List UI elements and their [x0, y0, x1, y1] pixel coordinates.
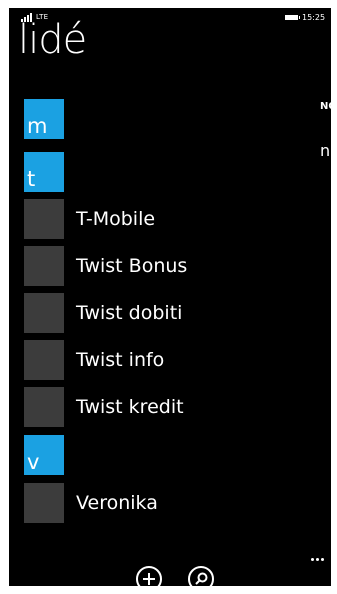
group-letter: t: [27, 167, 36, 191]
contact-name[interactable]: Veronika: [76, 491, 158, 515]
group-header-t[interactable]: t: [24, 152, 64, 192]
contact-avatar[interactable]: [24, 340, 64, 380]
phone-screen: LTE 15:25 lidé NO na m t T-Mobile Twist …: [9, 8, 331, 586]
contact-avatar[interactable]: [24, 293, 64, 333]
page-title: lidé: [18, 17, 87, 63]
ellipsis-icon: [311, 558, 314, 561]
contact-name[interactable]: T-Mobile: [76, 207, 155, 231]
search-icon: [195, 572, 208, 585]
contact-avatar[interactable]: [24, 199, 64, 239]
next-pane-header-peek[interactable]: NO: [320, 101, 331, 112]
group-header-v[interactable]: v: [24, 435, 64, 475]
contact-name[interactable]: Twist kredit: [76, 395, 184, 419]
next-pane-text-peek[interactable]: na: [320, 141, 331, 160]
contact-avatar[interactable]: [24, 246, 64, 286]
add-icon: [143, 573, 155, 585]
add-button[interactable]: [136, 566, 162, 586]
status-time: 15:25: [302, 13, 326, 22]
group-letter: v: [27, 450, 40, 474]
battery-icon: [285, 15, 300, 20]
group-header-m[interactable]: m: [24, 99, 64, 139]
contact-avatar[interactable]: [24, 387, 64, 427]
contact-name[interactable]: Twist info: [76, 348, 164, 372]
more-options-button[interactable]: [311, 558, 325, 564]
contact-avatar[interactable]: [24, 483, 64, 523]
group-letter: m: [27, 114, 48, 138]
search-button[interactable]: [188, 566, 214, 586]
contact-name[interactable]: Twist dobiti: [76, 301, 182, 325]
contact-name[interactable]: Twist Bonus: [76, 254, 187, 278]
